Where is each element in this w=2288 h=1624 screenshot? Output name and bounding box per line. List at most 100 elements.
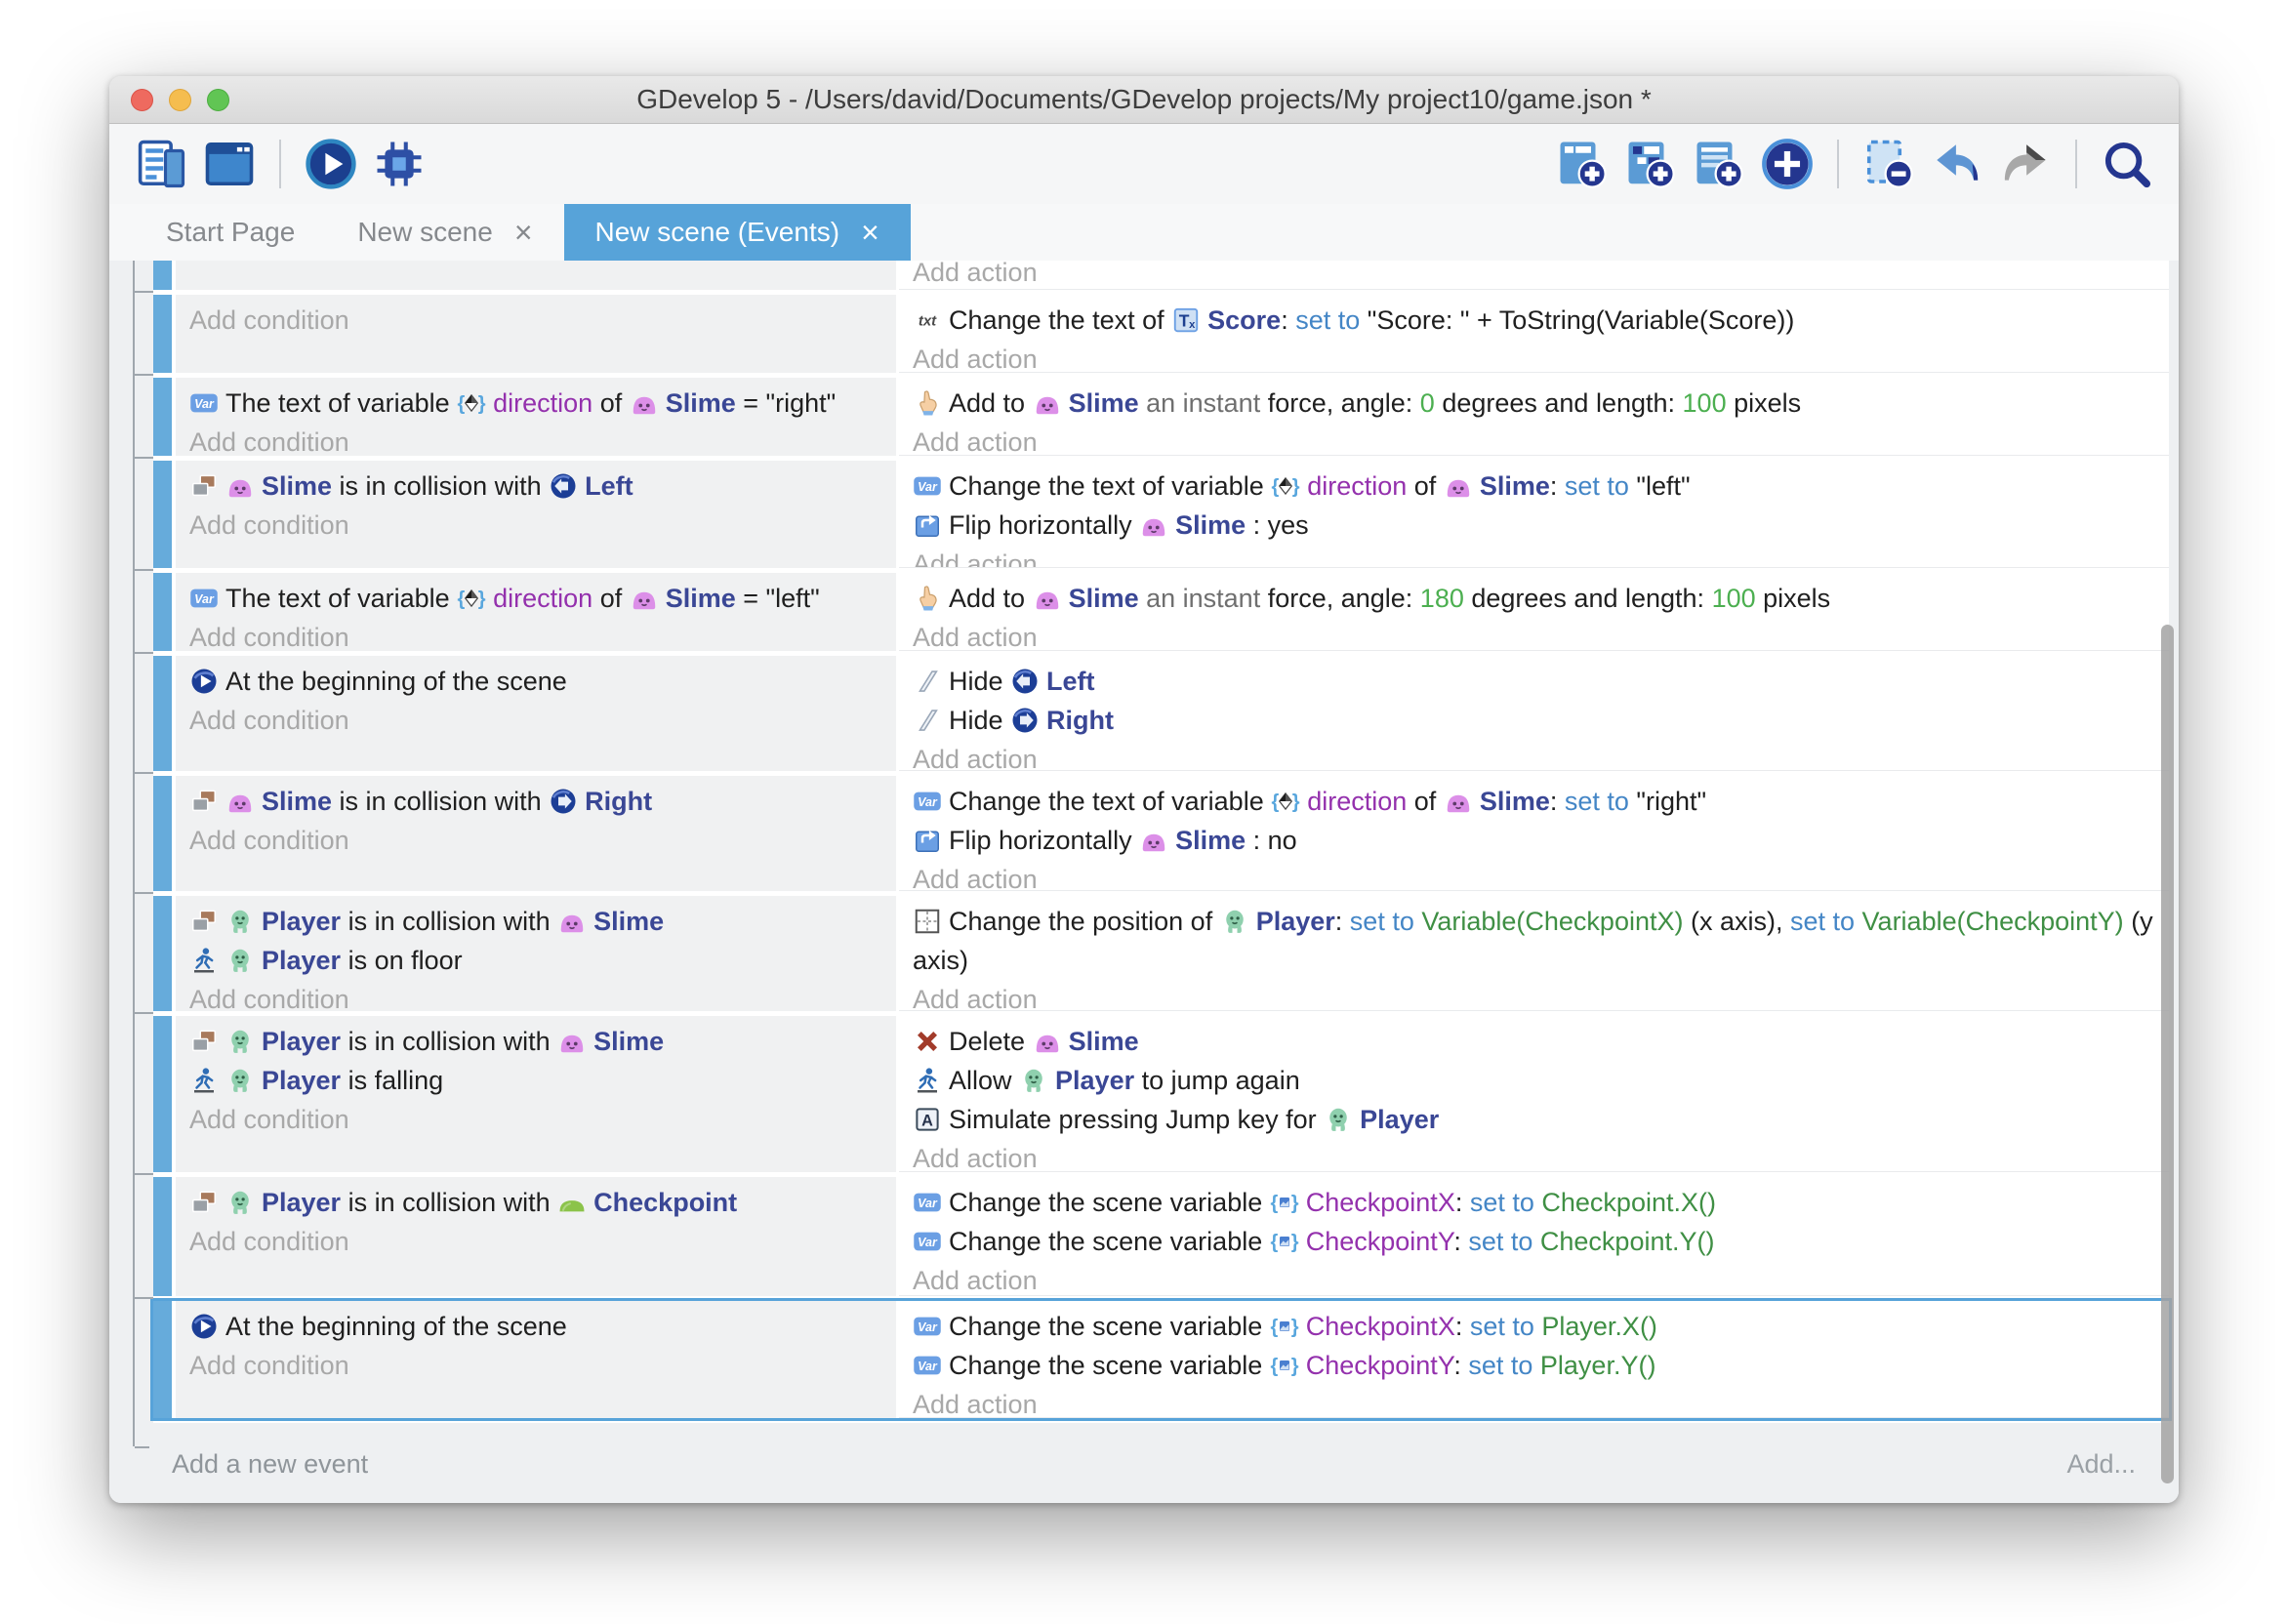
action-line[interactable]: Hide Left (913, 662, 2155, 701)
action-line[interactable]: Flip horizontally Slime : no (913, 821, 2155, 860)
add-subevent-icon[interactable] (1624, 138, 1677, 190)
tab-close-icon[interactable]: × (861, 217, 879, 248)
actions-panel[interactable]: VarChange the scene variable {}Checkpoin… (899, 1301, 2169, 1418)
add-action-link[interactable]: Add action (913, 1385, 2155, 1418)
action-line[interactable]: VarChange the scene variable {}Checkpoin… (913, 1222, 2155, 1261)
debug-icon[interactable] (373, 138, 426, 190)
action-line[interactable]: Hide Right (913, 701, 2155, 740)
actions-panel[interactable]: VarChange the scene variable {}Checkpoin… (899, 1177, 2169, 1296)
event-row[interactable]: VarThe text of variable {}direction of S… (153, 378, 2169, 456)
add-condition-link[interactable]: Add condition (189, 1346, 882, 1385)
add-condition-link[interactable]: Add condition (189, 1222, 882, 1261)
action-line[interactable]: Allow Player to jump again (913, 1061, 2155, 1100)
actions-panel[interactable]: Add to Slime an instant force, angle: 0 … (899, 378, 2169, 456)
event-row[interactable]: Slime is in collision with LeftAdd condi… (153, 461, 2169, 568)
event-drag-bar[interactable] (153, 776, 172, 891)
event-drag-bar[interactable] (153, 378, 172, 456)
condition-line[interactable]: VarThe text of variable {}direction of S… (189, 384, 882, 423)
undo-icon[interactable] (1931, 138, 1983, 190)
add-condition-link[interactable]: Add condition (189, 618, 882, 651)
condition-line[interactable]: Player is in collision with Checkpoint (189, 1183, 882, 1222)
action-line[interactable]: Change the position of Player: set to Va… (913, 902, 2155, 980)
add-action-link[interactable]: Add action (913, 618, 2155, 651)
tab-new-scene[interactable]: New scene× (326, 204, 563, 261)
condition-line[interactable]: At the beginning of the scene (189, 1307, 882, 1346)
event-row[interactable]: Player is in collision with SlimePlayer … (153, 896, 2169, 1011)
conditions-panel[interactable]: At the beginning of the sceneAdd conditi… (176, 656, 896, 771)
condition-line[interactable]: Player is in collision with Slime (189, 902, 882, 941)
event-drag-bar[interactable] (153, 896, 172, 1011)
add-action-link[interactable]: Add action (913, 545, 2155, 568)
add-condition-link[interactable]: Add condition (189, 301, 882, 340)
condition-line[interactable]: Player is on floor (189, 941, 882, 980)
add-comment-icon[interactable] (1693, 138, 1745, 190)
add-condition-link[interactable]: Add condition (189, 1100, 882, 1139)
event-drag-bar[interactable] (153, 1301, 172, 1418)
action-line[interactable]: Delete Slime (913, 1022, 2155, 1061)
add-action-link[interactable]: Add action (913, 1261, 2155, 1296)
add-new-event-link[interactable]: Add a new event (172, 1449, 368, 1480)
conditions-panel[interactable]: VarThe text of variable {}direction of S… (176, 378, 896, 456)
conditions-panel[interactable]: VarThe text of variable {}direction of S… (176, 573, 896, 651)
add-action-link[interactable]: Add action (913, 740, 2155, 771)
conditions-panel[interactable]: Player is in collision with SlimePlayer … (176, 896, 896, 1011)
condition-line[interactable]: Slime is in collision with Left (189, 467, 882, 506)
conditions-panel[interactable] (176, 261, 896, 290)
action-line[interactable]: VarChange the text of variable {}directi… (913, 782, 2155, 821)
conditions-panel[interactable]: At the beginning of the sceneAdd conditi… (176, 1301, 896, 1418)
event-row[interactable]: Add condition txtChange the text of TxSco… (153, 295, 2169, 373)
event-row[interactable]: At the beginning of the sceneAdd conditi… (153, 1301, 2169, 1418)
actions-panel[interactable]: VarChange the text of variable {}directi… (899, 776, 2169, 891)
event-drag-bar[interactable] (153, 573, 172, 651)
action-line[interactable]: Add to Slime an instant force, angle: 18… (913, 579, 2155, 618)
actions-panel[interactable]: Hide LeftHide RightAdd action (899, 656, 2169, 771)
close-window-button[interactable] (131, 89, 153, 111)
action-line[interactable]: txtChange the text of TxScore: set to "S… (913, 301, 2155, 340)
conditions-panel[interactable]: Slime is in collision with RightAdd cond… (176, 776, 896, 891)
add-more-link[interactable]: Add... (2066, 1449, 2136, 1480)
actions-panel[interactable]: txtChange the text of TxScore: set to "S… (899, 295, 2169, 373)
event-row[interactable]: VarThe text of variable {}direction of S… (153, 573, 2169, 651)
action-line[interactable]: VarChange the scene variable {}Checkpoin… (913, 1346, 2155, 1385)
redo-icon[interactable] (1999, 138, 2052, 190)
project-manager-icon[interactable] (135, 138, 187, 190)
event-drag-bar[interactable] (153, 1016, 172, 1172)
event-row[interactable]: At the beginning of the sceneAdd conditi… (153, 656, 2169, 771)
action-line[interactable]: Add to Slime an instant force, angle: 0 … (913, 384, 2155, 423)
conditions-panel[interactable]: Slime is in collision with LeftAdd condi… (176, 461, 896, 568)
tab-close-icon[interactable]: × (514, 217, 533, 248)
add-condition-link[interactable]: Add condition (189, 821, 882, 860)
event-drag-bar[interactable] (153, 261, 172, 290)
condition-line[interactable]: At the beginning of the scene (189, 662, 882, 701)
condition-line[interactable]: Player is in collision with Slime (189, 1022, 882, 1061)
event-drag-bar[interactable] (153, 1177, 172, 1296)
scene-editor-icon[interactable] (203, 138, 256, 190)
add-action-link[interactable]: Add action (913, 423, 2155, 456)
event-row[interactable]: Slime is in collision with RightAdd cond… (153, 776, 2169, 891)
conditions-panel[interactable]: Player is in collision with SlimePlayer … (176, 1016, 896, 1172)
add-action-link[interactable]: Add action (913, 340, 2155, 373)
delete-event-icon[interactable] (1862, 138, 1915, 190)
vertical-scrollbar[interactable] (2161, 625, 2174, 1483)
add-new-icon[interactable] (1761, 138, 1814, 190)
action-line[interactable]: ASimulate pressing Jump key for Player (913, 1100, 2155, 1139)
conditions-panel[interactable]: Add condition (176, 295, 896, 373)
zoom-window-button[interactable] (207, 89, 229, 111)
event-drag-bar[interactable] (153, 295, 172, 373)
event-row[interactable]: Player is in collision with CheckpointAd… (153, 1177, 2169, 1296)
add-condition-link[interactable]: Add condition (189, 980, 882, 1011)
actions-panel[interactable]: Change the position of Player: set to Va… (899, 896, 2169, 1011)
tab-start-page[interactable]: Start Page (135, 204, 326, 261)
event-row[interactable]: Player is in collision with SlimePlayer … (153, 1016, 2169, 1172)
action-line[interactable]: VarChange the text of variable {}directi… (913, 467, 2155, 506)
add-condition-link[interactable]: Add condition (189, 701, 882, 740)
action-line[interactable]: VarChange the scene variable {}Checkpoin… (913, 1183, 2155, 1222)
event-drag-bar[interactable] (153, 461, 172, 568)
actions-panel[interactable]: Delete SlimeAllow Player to jump againAS… (899, 1016, 2169, 1172)
actions-panel[interactable]: Add action (899, 261, 2169, 290)
add-action-link[interactable]: Add action (913, 1139, 2155, 1172)
action-line[interactable]: Flip horizontally Slime : yes (913, 506, 2155, 545)
search-icon[interactable] (2101, 138, 2153, 190)
action-line[interactable]: VarChange the scene variable {}Checkpoin… (913, 1307, 2155, 1346)
event-row[interactable]: Add action (153, 261, 2169, 290)
